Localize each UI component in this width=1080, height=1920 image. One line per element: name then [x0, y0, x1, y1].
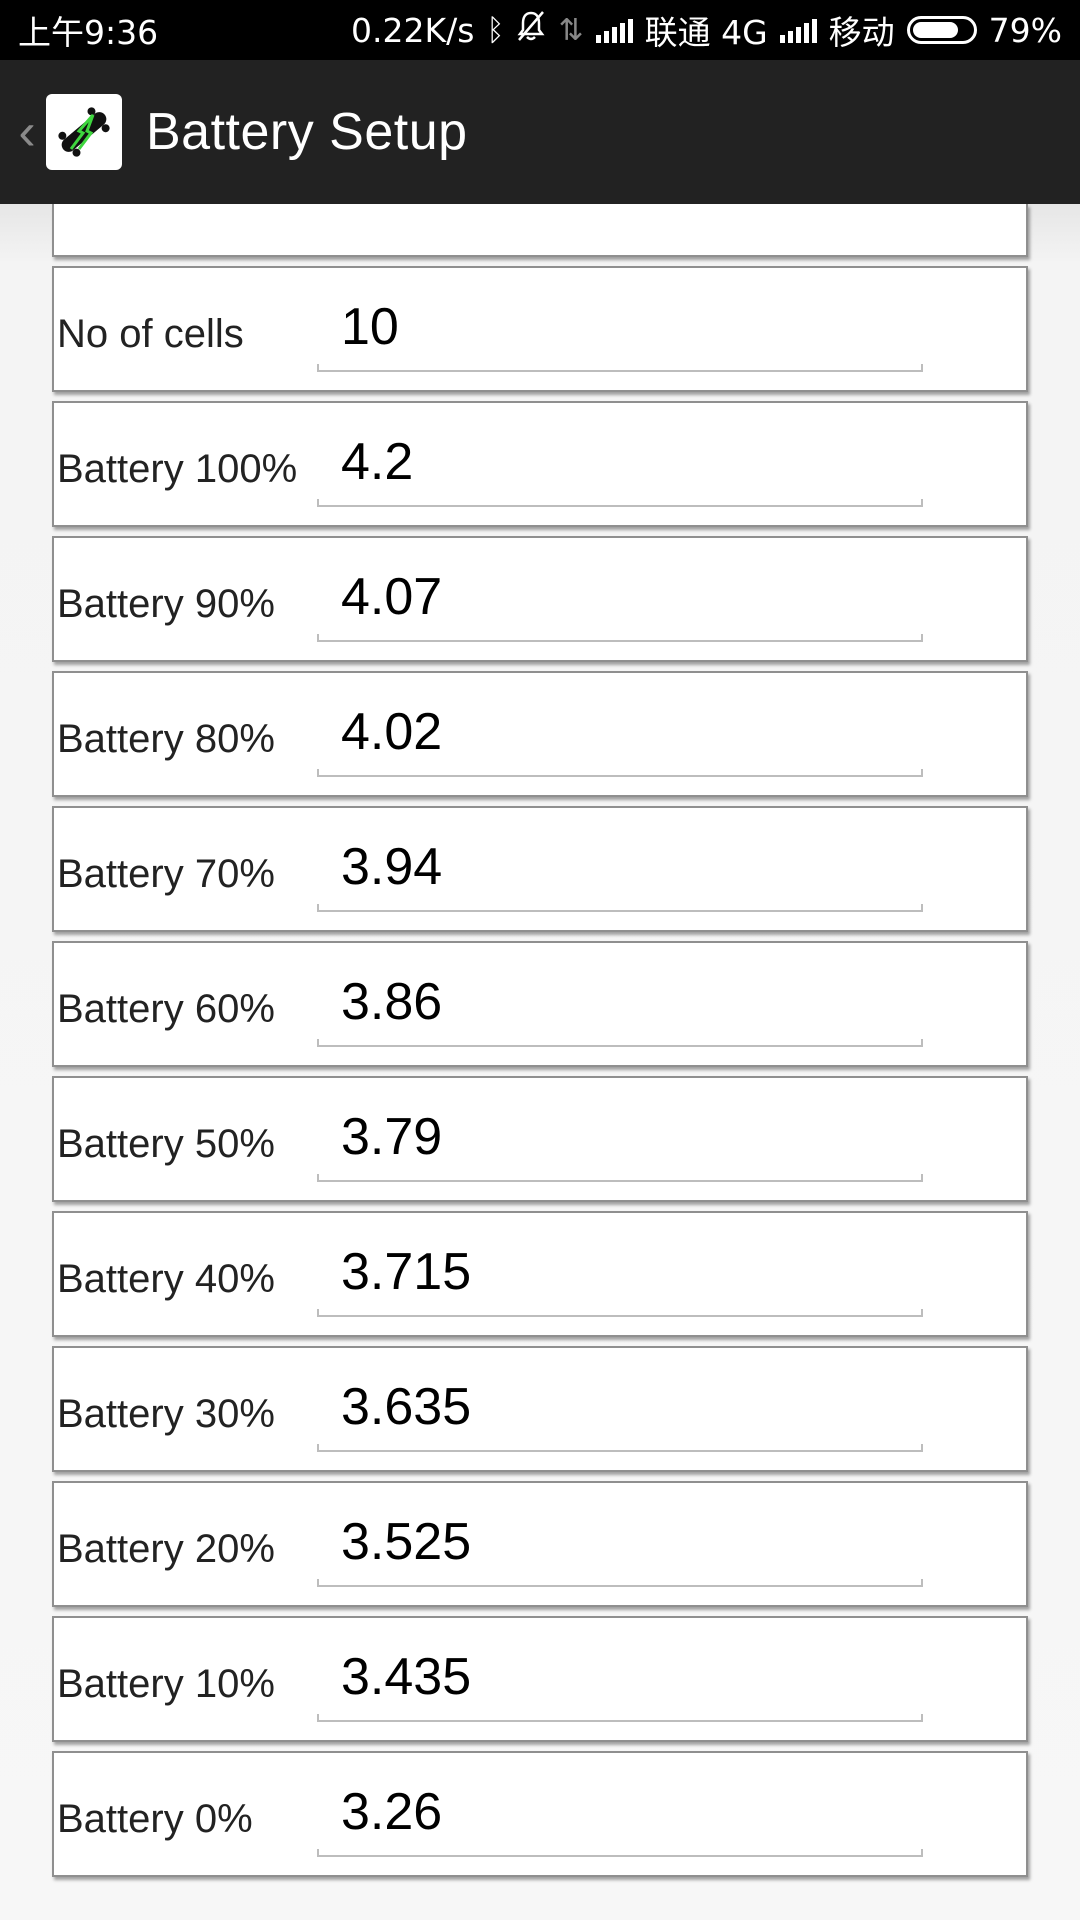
input-underline-tick: [317, 634, 319, 642]
setting-label: Battery 30%: [57, 1392, 275, 1436]
input-underline-tick: [317, 499, 319, 507]
setting-value-input[interactable]: [317, 415, 923, 507]
setting-row: Battery 80%: [52, 671, 1028, 797]
bluetooth-icon: ᛒ: [486, 12, 505, 48]
setting-label: Battery 50%: [57, 1122, 275, 1166]
setting-value-input[interactable]: [317, 550, 923, 642]
setting-row: Battery 70%: [52, 806, 1028, 932]
setting-label: Battery 0%: [57, 1797, 253, 1841]
signal-icon-2: [779, 17, 817, 43]
carrier-1: 联通 4G: [644, 13, 768, 52]
input-underline-tick: [921, 1309, 923, 1317]
settings-list[interactable]: No of cells Battery 100% Battery 90% Batter…: [0, 204, 1080, 1920]
back-chevron-icon[interactable]: ‹: [10, 102, 44, 162]
input-underline-tick: [921, 1849, 923, 1857]
setting-label: Battery 60%: [57, 987, 275, 1031]
setting-row: Battery 50%: [52, 1076, 1028, 1202]
net-speed: 0.22K/s: [351, 10, 475, 50]
input-underline-tick: [921, 1579, 923, 1587]
setting-row: Battery 60%: [52, 941, 1028, 1067]
setting-label: No of cells: [57, 312, 244, 356]
setting-label: Battery 10%: [57, 1662, 275, 1706]
input-underline-tick: [317, 1309, 319, 1317]
setting-value-input[interactable]: [317, 820, 923, 912]
input-underline-tick: [921, 364, 923, 372]
setting-row: Battery 20%: [52, 1481, 1028, 1607]
skateboard-bolt-icon[interactable]: [46, 94, 122, 170]
carrier-2: 移动: [828, 13, 895, 52]
setting-value-input[interactable]: [317, 280, 923, 372]
setting-value-input[interactable]: [317, 1495, 923, 1587]
setting-row: Battery 0%: [52, 1751, 1028, 1877]
setting-value-input[interactable]: [317, 1630, 923, 1722]
input-underline-tick: [921, 1714, 923, 1722]
battery-percent: 79%: [988, 10, 1062, 50]
setting-row: Battery 10%: [52, 1616, 1028, 1742]
setting-value-input[interactable]: [317, 1360, 923, 1452]
data-transfer-icon: ⇅: [558, 12, 584, 48]
setting-row: Battery 90%: [52, 536, 1028, 662]
input-underline-tick: [317, 1444, 319, 1452]
setting-label: Battery 40%: [57, 1257, 275, 1301]
screen: 上午9:36 0.22K/s ᛒ ⇅ 联通 4G 移动 79% ‹ Batter…: [0, 0, 1080, 1920]
input-underline-tick: [317, 364, 319, 372]
setting-label: Battery 100%: [57, 447, 298, 491]
setting-label: Battery 70%: [57, 852, 275, 896]
status-time: 上午9:36: [18, 13, 159, 52]
app-bar: ‹ Battery Setup: [0, 60, 1080, 204]
input-underline-tick: [317, 1174, 319, 1182]
page-title: Battery Setup: [146, 103, 468, 161]
signal-icon: [595, 17, 633, 43]
setting-label: Battery 80%: [57, 717, 275, 761]
input-underline-tick: [921, 904, 923, 912]
setting-row: No of cells: [52, 266, 1028, 392]
input-underline-tick: [317, 904, 319, 912]
list-item-partial: [52, 204, 1028, 257]
setting-value-input[interactable]: [317, 1765, 923, 1857]
setting-value-input[interactable]: [317, 1090, 923, 1182]
setting-value-input[interactable]: [317, 1225, 923, 1317]
input-underline-tick: [921, 1039, 923, 1047]
input-underline-tick: [317, 1039, 319, 1047]
input-underline-tick: [921, 499, 923, 507]
setting-row: Battery 100%: [52, 401, 1028, 527]
input-underline-tick: [921, 634, 923, 642]
input-underline-tick: [317, 1849, 319, 1857]
setting-label: Battery 90%: [57, 582, 275, 626]
setting-value-input[interactable]: [317, 955, 923, 1047]
input-underline-tick: [921, 769, 923, 777]
input-underline-tick: [317, 1714, 319, 1722]
setting-value-input[interactable]: [317, 685, 923, 777]
input-underline-tick: [317, 1579, 319, 1587]
status-bar: 上午9:36 0.22K/s ᛒ ⇅ 联通 4G 移动 79%: [0, 0, 1080, 60]
battery-icon: [906, 16, 977, 44]
input-underline-tick: [317, 769, 319, 777]
setting-label: Battery 20%: [57, 1527, 275, 1571]
setting-row: Battery 40%: [52, 1211, 1028, 1337]
bell-off-icon: [516, 10, 546, 50]
input-underline-tick: [921, 1174, 923, 1182]
input-underline-tick: [921, 1444, 923, 1452]
setting-row: Battery 30%: [52, 1346, 1028, 1472]
settings-rows: No of cells Battery 100% Battery 90% Batter…: [52, 266, 1028, 1886]
